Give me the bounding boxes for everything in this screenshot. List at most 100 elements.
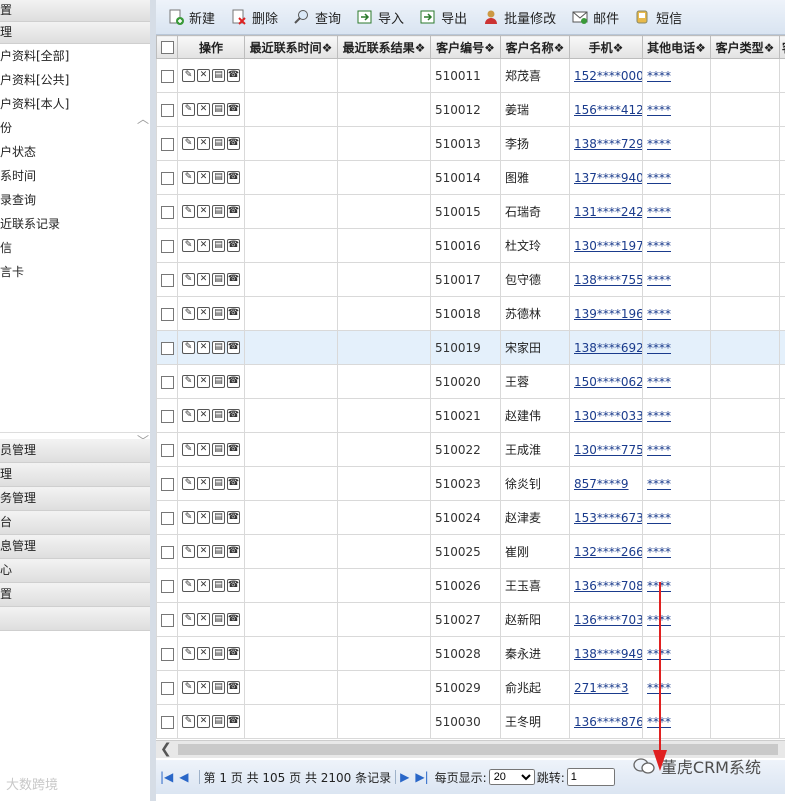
row-select-cell[interactable] [156, 364, 178, 399]
edit-icon[interactable]: ✎ [182, 579, 195, 592]
delete-icon[interactable]: ✕ [197, 477, 210, 490]
edit-icon[interactable]: ✎ [182, 171, 195, 184]
prev-page-icon[interactable]: ◀ [179, 770, 188, 784]
other-phone-link[interactable]: **** [647, 239, 671, 253]
table-row[interactable]: ✎✕▤☎ 510011郑茂喜 152****0007 **** [156, 58, 785, 93]
delete-icon[interactable]: ✕ [197, 681, 210, 694]
phone-icon[interactable]: ☎ [227, 239, 240, 252]
table-row[interactable]: ✎✕▤☎ 510015石瑞奇 131****2426 **** [156, 194, 785, 229]
next-page-icon[interactable]: ▶ [400, 770, 409, 784]
header-mobile[interactable]: 手机❖ [569, 35, 643, 59]
table-row[interactable]: ✎ ✕ ▤ ☎ 510029 俞兆起 271****3 **** [156, 670, 785, 705]
email-button[interactable]: 邮件 [572, 8, 619, 27]
row-checkbox[interactable] [161, 443, 174, 457]
row-select-cell[interactable] [156, 534, 178, 569]
row-select-cell[interactable] [156, 330, 178, 365]
mobile-link[interactable]: 130****7756 [574, 443, 642, 457]
table-row[interactable]: ✎✕▤☎ 510027赵新阳 136****7030 **** [156, 602, 785, 637]
mobile-link[interactable]: 136****8766 [574, 715, 642, 729]
table-row[interactable]: ✎✕▤☎ 510024赵津麦 153****6731 **** [156, 500, 785, 535]
delete-icon[interactable]: ✕ [197, 409, 210, 422]
row-checkbox[interactable] [161, 205, 174, 219]
sidebar-module-header[interactable] [0, 607, 150, 631]
new-button[interactable]: 新建 [168, 8, 215, 27]
delete-icon[interactable]: ✕ [197, 307, 210, 320]
batch-edit-button[interactable]: 批量修改 [483, 8, 556, 27]
phone-icon[interactable]: ☎ [227, 69, 240, 82]
other-phone-link[interactable]: **** [647, 341, 671, 355]
row-checkbox[interactable] [161, 715, 174, 729]
row-checkbox[interactable] [161, 613, 174, 627]
mobile-link[interactable]: 130****0339 [574, 409, 642, 423]
contact-card-icon[interactable]: ▤ [212, 409, 225, 422]
contact-card-icon[interactable]: ▤ [212, 239, 225, 252]
table-row[interactable]: ✎✕▤☎ 510012姜瑞 156****4123 **** [156, 92, 785, 127]
table-row[interactable]: ✎✕▤☎ 510013李扬 138****7298 **** [156, 126, 785, 161]
contact-card-icon[interactable]: ▤ [212, 443, 225, 456]
row-select-cell[interactable] [156, 432, 178, 467]
table-row[interactable]: ✎ ✕ ▤ ☎ 510023 徐炎钊 857****9 **** [156, 466, 785, 501]
last-page-icon[interactable]: ▶| [415, 770, 428, 784]
delete-icon[interactable]: ✕ [197, 443, 210, 456]
phone-icon[interactable]: ☎ [227, 341, 240, 354]
row-checkbox[interactable] [161, 579, 174, 593]
edit-icon[interactable]: ✎ [182, 409, 195, 422]
delete-icon[interactable]: ✕ [197, 137, 210, 150]
contact-card-icon[interactable]: ▤ [212, 341, 225, 354]
sidebar-module-header[interactable]: 员管理 [0, 439, 150, 463]
mobile-link[interactable]: 150****0626 [574, 375, 642, 389]
phone-icon[interactable]: ☎ [227, 477, 240, 490]
other-phone-link[interactable]: **** [647, 171, 671, 185]
other-phone-link[interactable]: **** [647, 511, 671, 525]
sidebar-vertical-scrollbar[interactable]: ︿ ﹀ [136, 102, 150, 452]
row-select-cell[interactable] [156, 126, 178, 161]
jump-input[interactable] [566, 768, 615, 786]
row-select-cell[interactable] [156, 466, 178, 501]
mobile-link[interactable]: 131****2426 [574, 205, 642, 219]
other-phone-link[interactable]: **** [647, 103, 671, 117]
row-select-cell[interactable] [156, 704, 178, 739]
mobile-link[interactable]: 138****9498 [574, 647, 642, 661]
row-checkbox[interactable] [161, 273, 174, 287]
mobile-link[interactable]: 152****0007 [574, 69, 642, 83]
mobile-link[interactable]: 857****9 [574, 477, 629, 491]
row-select-cell[interactable] [156, 296, 178, 331]
edit-icon[interactable]: ✎ [182, 477, 195, 490]
header-customer-type[interactable]: 客户类型❖ [710, 35, 780, 59]
select-all-checkbox[interactable] [160, 41, 174, 54]
contact-card-icon[interactable]: ▤ [212, 307, 225, 320]
row-checkbox[interactable] [161, 341, 174, 355]
row-select-cell[interactable] [156, 92, 178, 127]
contact-card-icon[interactable]: ▤ [212, 477, 225, 490]
sidebar-item[interactable]: 近联系记录 [0, 212, 150, 236]
phone-icon[interactable]: ☎ [227, 307, 240, 320]
row-checkbox[interactable] [161, 103, 174, 117]
other-phone-link[interactable]: **** [647, 545, 671, 559]
phone-icon[interactable]: ☎ [227, 409, 240, 422]
phone-icon[interactable]: ☎ [227, 681, 240, 694]
select-all-header[interactable] [156, 35, 178, 59]
table-row[interactable]: ✎✕▤☎ 510025崔刚 132****2666 **** [156, 534, 785, 569]
export-button[interactable]: 导出 [420, 8, 467, 27]
sidebar-module-header[interactable]: 置 [0, 583, 150, 607]
edit-icon[interactable]: ✎ [182, 613, 195, 626]
sidebar-module-header[interactable]: 理 [0, 463, 150, 487]
delete-icon[interactable]: ✕ [197, 273, 210, 286]
mobile-link[interactable]: 132****2666 [574, 545, 642, 559]
edit-icon[interactable]: ✎ [182, 545, 195, 558]
contact-card-icon[interactable]: ▤ [212, 69, 225, 82]
sidebar-item[interactable]: 言卡 [0, 260, 150, 284]
edit-icon[interactable]: ✎ [182, 715, 195, 728]
phone-icon[interactable]: ☎ [227, 273, 240, 286]
mobile-link[interactable]: 136****7030 [574, 613, 642, 627]
phone-icon[interactable]: ☎ [227, 443, 240, 456]
row-checkbox[interactable] [161, 545, 174, 559]
table-row[interactable]: ✎✕▤☎ 510026王玉喜 136****7081 **** [156, 568, 785, 603]
sidebar-item[interactable]: 系时间 [0, 164, 150, 188]
contact-card-icon[interactable]: ▤ [212, 375, 225, 388]
row-select-cell[interactable] [156, 500, 178, 535]
row-checkbox[interactable] [161, 477, 174, 491]
header-other-phone[interactable]: 其他电话❖ [642, 35, 711, 59]
other-phone-link[interactable]: **** [647, 273, 671, 287]
edit-icon[interactable]: ✎ [182, 69, 195, 82]
